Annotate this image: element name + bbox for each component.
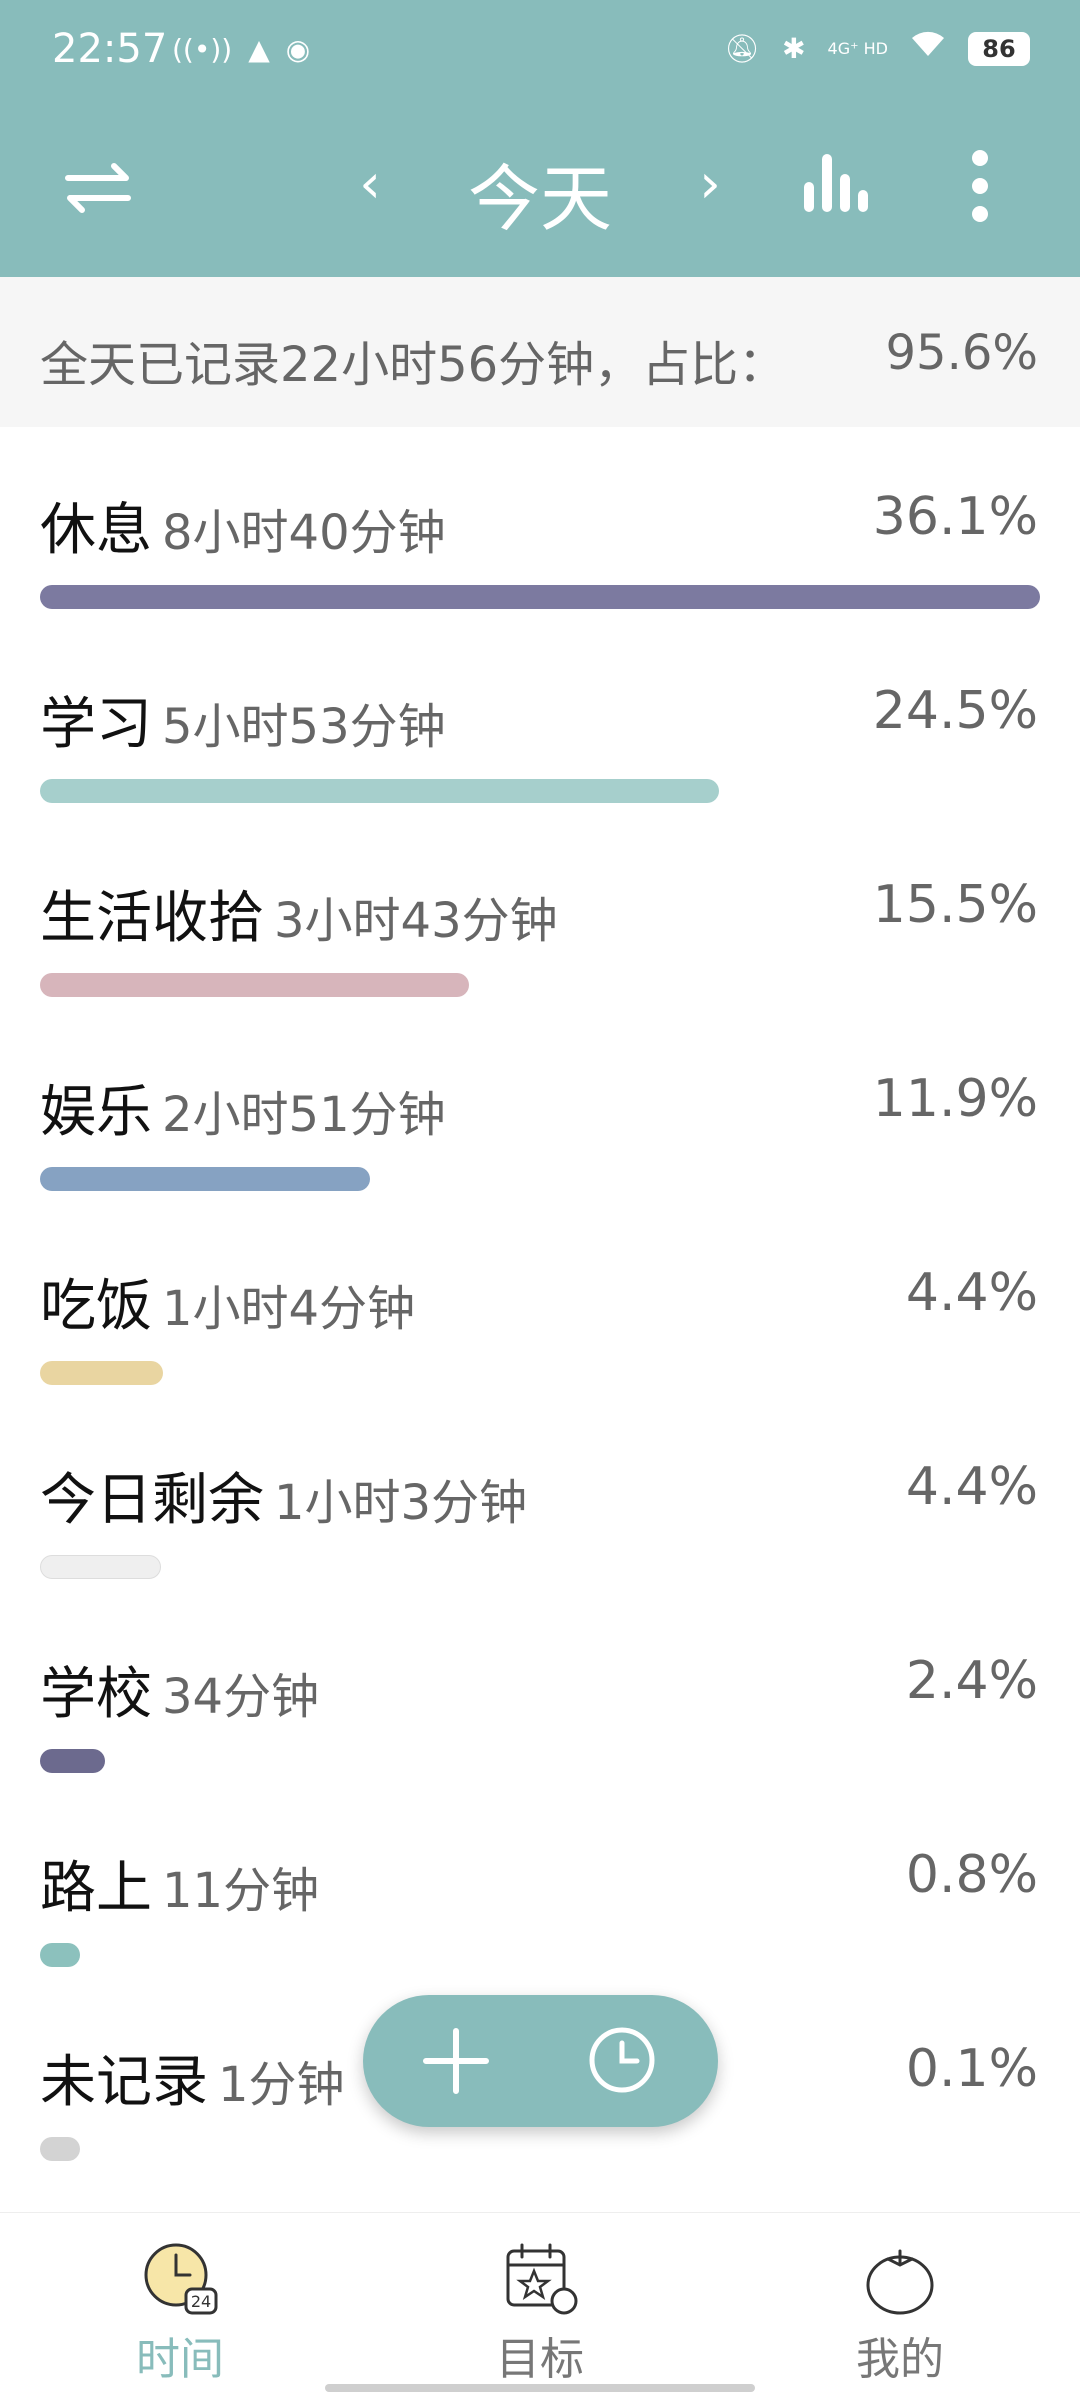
category-percent: 15.5% (872, 875, 1038, 935)
status-icons-left: ((•)) ▲ ◉ (172, 30, 310, 70)
category-label: 路上 11分钟 (40, 1843, 319, 1924)
category-percent: 36.1% (872, 487, 1038, 547)
category-percent: 4.4% (905, 1457, 1038, 1517)
day-summary: 全天已记录22小时56分钟，占比： 95.6% (0, 277, 1080, 427)
category-duration: 3小时43分钟 (274, 893, 558, 949)
category-row[interactable]: 休息 8小时40分钟 36.1% (0, 427, 1080, 621)
mute-bell-icon: 🔕︎ (724, 31, 761, 65)
more-vertical-icon[interactable] (955, 146, 1005, 226)
app-header: 22:57 ((•)) ▲ ◉ 🔕︎ ✱ 4G⁺ HD 86 ‹ 今天 › (0, 0, 1080, 277)
nav-label: 时间 (136, 2334, 224, 2385)
category-name: 学校 (40, 1662, 152, 1727)
nav-label: 我的 (856, 2334, 944, 2385)
category-row[interactable]: 路上 11分钟 0.8% (0, 1785, 1080, 1979)
category-row[interactable]: 今日剩余 1小时3分钟 4.4% (0, 1397, 1080, 1591)
category-duration: 8小时40分钟 (162, 505, 446, 561)
warning-icon: ▲ (248, 33, 270, 66)
category-percent: 24.5% (872, 681, 1038, 741)
category-row[interactable]: 生活收拾 3小时43分钟 15.5% (0, 815, 1080, 1009)
svg-text:24: 24 (191, 2292, 211, 2311)
calendar-star-icon (500, 2239, 580, 2319)
summary-percent: 95.6% (885, 325, 1038, 381)
bottom-nav: 24 时间 目标 我的 (0, 2212, 1080, 2400)
category-duration: 11分钟 (162, 1863, 320, 1919)
category-duration: 5小时53分钟 (162, 699, 446, 755)
nav-item-mine[interactable]: 我的 (800, 2239, 1000, 2387)
category-label: 学校 34分钟 (40, 1649, 319, 1730)
category-label: 娱乐 2小时51分钟 (40, 1067, 446, 1148)
category-duration: 34分钟 (162, 1669, 320, 1725)
category-progress-bar (40, 1943, 80, 1967)
category-progress-bar (40, 2137, 80, 2161)
category-label: 吃饭 1小时4分钟 (40, 1261, 415, 1342)
category-percent: 11.9% (872, 1069, 1038, 1129)
category-name: 休息 (40, 498, 152, 563)
category-progress-bar (40, 973, 469, 997)
category-name: 生活收拾 (40, 886, 264, 951)
summary-text: 全天已记录22小时56分钟，占比： (40, 337, 787, 393)
signal-icon: 4G⁺ HD (827, 38, 888, 58)
category-label: 学习 5小时53分钟 (40, 679, 446, 760)
category-progress-bar (40, 779, 719, 803)
swap-icon[interactable] (60, 150, 136, 226)
category-label: 休息 8小时40分钟 (40, 485, 446, 566)
category-name: 吃饭 (40, 1274, 152, 1339)
data-saver-icon: ◉ (285, 33, 311, 66)
category-progress-bar (40, 1167, 370, 1191)
hotspot-icon: ((•)) (172, 33, 233, 66)
category-name: 今日剩余 (40, 1468, 264, 1533)
category-name: 未记录 (40, 2050, 208, 2115)
status-bar: 22:57 ((•)) ▲ ◉ 🔕︎ ✱ 4G⁺ HD 86 (0, 0, 1080, 100)
category-progress-bar (40, 1555, 161, 1579)
floating-action-pill (363, 1995, 718, 2127)
battery-icon: 86 (968, 31, 1030, 66)
bluetooth-icon: ✱ (782, 31, 806, 65)
home-indicator[interactable] (325, 2384, 755, 2392)
category-row[interactable]: 娱乐 2小时51分钟 11.9% (0, 1009, 1080, 1203)
toolbar: ‹ 今天 › (0, 100, 1080, 277)
category-duration: 1小时4分钟 (162, 1281, 416, 1337)
category-duration: 1分钟 (218, 2057, 345, 2113)
nav-item-goals[interactable]: 目标 (440, 2239, 640, 2387)
category-label: 今日剩余 1小时3分钟 (40, 1455, 527, 1536)
tomato-icon (860, 2239, 940, 2319)
date-title[interactable]: 今天 (440, 140, 640, 245)
clock-24-icon: 24 (140, 2239, 220, 2319)
category-name: 娱乐 (40, 1080, 152, 1145)
category-name: 路上 (40, 1856, 152, 1921)
category-row[interactable]: 学校 34分钟 2.4% (0, 1591, 1080, 1785)
category-row[interactable]: 吃饭 1小时4分钟 4.4% (0, 1203, 1080, 1397)
status-time: 22:57 (52, 26, 168, 72)
category-duration: 2小时51分钟 (162, 1087, 446, 1143)
add-icon[interactable] (418, 2023, 494, 2099)
status-icons-right: 🔕︎ ✱ 4G⁺ HD 86 (725, 28, 1030, 69)
category-percent: 2.4% (905, 1651, 1038, 1711)
prev-day-button[interactable]: ‹ (345, 152, 395, 215)
category-progress-bar (40, 1749, 105, 1773)
category-name: 学习 (40, 692, 152, 757)
next-day-button[interactable]: › (685, 152, 735, 215)
category-progress-bar (40, 585, 1040, 609)
nav-label: 目标 (496, 2334, 584, 2385)
category-row[interactable]: 学习 5小时53分钟 24.5% (0, 621, 1080, 815)
nav-item-time[interactable]: 24 时间 (80, 2239, 280, 2387)
bar-chart-icon[interactable] (800, 148, 870, 218)
wifi-icon (910, 28, 946, 69)
clock-icon[interactable] (587, 2025, 657, 2095)
category-percent: 4.4% (905, 1263, 1038, 1323)
category-progress-bar (40, 1361, 163, 1385)
category-label: 未记录 1分钟 (40, 2037, 345, 2118)
category-label: 生活收拾 3小时43分钟 (40, 873, 558, 954)
category-percent: 0.8% (905, 1845, 1038, 1905)
category-percent: 0.1% (905, 2039, 1038, 2099)
category-duration: 1小时3分钟 (274, 1475, 528, 1531)
